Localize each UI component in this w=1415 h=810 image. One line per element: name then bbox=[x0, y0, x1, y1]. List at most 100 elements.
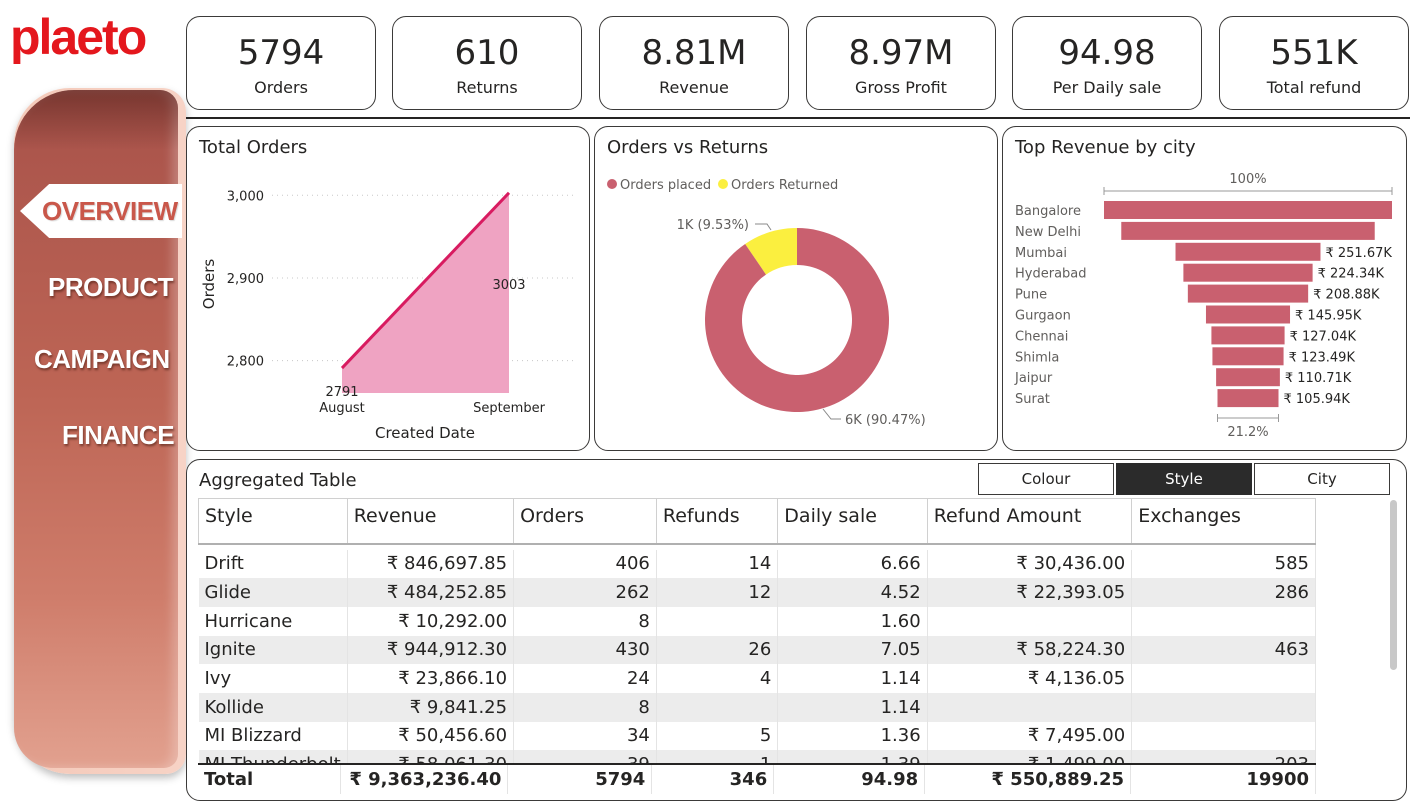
x-tick-label: September bbox=[473, 401, 546, 416]
legend-swatch bbox=[718, 179, 728, 189]
table-cell: 286 bbox=[1131, 578, 1316, 607]
table-row[interactable]: Kollide ₹ 9,841.25 8 1.14 bbox=[198, 692, 1316, 722]
funnel-bar bbox=[1212, 347, 1284, 366]
group-by-city-button[interactable]: City bbox=[1254, 463, 1390, 495]
kpi-gross-profit: 8.97M Gross Profit bbox=[806, 16, 996, 110]
bar-value-label: ₹ 110.71K bbox=[1285, 371, 1352, 386]
top-percent-label: 100% bbox=[1229, 172, 1266, 187]
logo-text: plaeto bbox=[10, 9, 146, 64]
x-tick-label: August bbox=[319, 401, 365, 416]
slice-orders-placed bbox=[705, 228, 889, 413]
group-by-style-button[interactable]: Style bbox=[1116, 463, 1252, 495]
column-header-refund-amount[interactable]: Refund Amount bbox=[926, 498, 1133, 545]
total-refund-amount: ₹ 550,889.25 bbox=[924, 763, 1132, 794]
table-cell: 12 bbox=[656, 578, 779, 607]
nav-item-product[interactable]: PRODUCT bbox=[48, 272, 174, 303]
table-cell: ₹ 58,224.30 bbox=[927, 635, 1133, 665]
table-cell: 7.05 bbox=[777, 635, 928, 665]
y-tick-label: 3,000 bbox=[227, 189, 264, 204]
table-cell: ₹ 7,495.00 bbox=[927, 721, 1133, 751]
kpi-total-refund: 551K Total refund bbox=[1219, 16, 1409, 110]
nav-item-overview[interactable]: OVERVIEW bbox=[42, 196, 178, 227]
total-orders-chart[interactable]: 3,000 2,900 2,800 2791 3003 August September Cr… bbox=[187, 127, 591, 452]
table-row[interactable]: MI Blizzard ₹ 50,456.60 34 5 1.36 ₹ 7,495.00 bbox=[198, 721, 1316, 751]
table-cell: ₹ 9,841.25 bbox=[347, 692, 515, 722]
table-cell: 8 bbox=[513, 692, 657, 722]
city-label: Gurgaon bbox=[1015, 309, 1071, 324]
column-header-daily-sale[interactable]: Daily sale bbox=[777, 498, 928, 545]
funnel-bar bbox=[1217, 389, 1279, 408]
plaeto-logo: plaeto bbox=[10, 9, 148, 64]
table-cell: 1.14 bbox=[777, 692, 928, 722]
table-total-row-bg: Total ₹ 9,363,236.40 5794 346 94.98 ₹ 55… bbox=[198, 763, 1316, 794]
table-cell: ₹ 10,292.00 bbox=[347, 606, 515, 636]
total-orders-card: Total Orders 3,000 2,900 2,800 2791 3003 Augu… bbox=[186, 126, 590, 451]
column-header-orders[interactable]: Orders bbox=[513, 498, 657, 545]
table-cell: Glide bbox=[198, 578, 348, 607]
orders-vs-returns-card: Orders vs Returns Orders placed Orders Re… bbox=[594, 126, 998, 451]
funnel-bar bbox=[1175, 242, 1321, 261]
table-cell: 1.36 bbox=[777, 721, 928, 751]
kpi-label: Per Daily sale bbox=[1052, 78, 1162, 97]
table-cell: 6.66 bbox=[777, 549, 928, 579]
city-label: New Delhi bbox=[1015, 225, 1081, 240]
aggregated-table[interactable]: Style Revenue Orders Refunds Daily sale … bbox=[198, 498, 1316, 792]
bar-value-label: ₹ 251.67K bbox=[1325, 246, 1392, 261]
legend-swatch bbox=[607, 179, 617, 189]
top-revenue-chart[interactable]: 100% Bangalore New Delhi Mumbai ₹ 251.67K Hyd… bbox=[1003, 127, 1408, 452]
orders-vs-returns-chart[interactable]: Orders placed Orders Returned 1K (9.53%) 6K… bbox=[595, 127, 999, 452]
table-cell: ₹ 484,252.85 bbox=[347, 578, 515, 607]
table-cell: ₹ 23,866.10 bbox=[347, 664, 515, 693]
table-cell: 406 bbox=[513, 549, 657, 579]
table-cell: 4 bbox=[656, 664, 779, 693]
kpi-label: Returns bbox=[456, 78, 518, 97]
city-label: Surat bbox=[1015, 392, 1050, 407]
table-row[interactable]: Ivy ₹ 23,866.10 24 4 1.14 ₹ 4,136.05 bbox=[198, 664, 1316, 693]
y-axis-label: Orders bbox=[200, 259, 218, 310]
table-cell bbox=[1131, 692, 1316, 722]
table-cell bbox=[656, 606, 779, 636]
funnel-bar bbox=[1211, 326, 1285, 345]
city-label: Chennai bbox=[1015, 329, 1068, 344]
table-scrollbar[interactable] bbox=[1390, 500, 1397, 670]
y-tick-label: 2,800 bbox=[227, 355, 264, 370]
table-cell: Drift bbox=[198, 549, 348, 579]
table-cell bbox=[1131, 664, 1316, 693]
column-header-revenue[interactable]: Revenue bbox=[346, 498, 515, 545]
table-row[interactable]: Glide ₹ 484,252.85 262 12 4.52 ₹ 22,393.05 286 bbox=[198, 578, 1316, 607]
table-row[interactable]: Hurricane ₹ 10,292.00 8 1.60 bbox=[198, 606, 1316, 636]
card-title: Aggregated Table bbox=[199, 470, 357, 491]
column-header-style[interactable]: Style bbox=[198, 498, 348, 545]
table-cell: 34 bbox=[513, 721, 657, 751]
kpi-returns: 610 Returns bbox=[392, 16, 582, 110]
legend-item-orders-returned: Orders Returned bbox=[731, 178, 838, 193]
table-cell: 1.14 bbox=[777, 664, 928, 693]
column-header-refunds[interactable]: Refunds bbox=[655, 498, 779, 545]
leader-line bbox=[755, 223, 772, 231]
table-cell: ₹ 944,912.30 bbox=[347, 635, 515, 665]
total-label: Total bbox=[198, 763, 342, 794]
funnel-bar bbox=[1104, 201, 1392, 219]
kpi-label: Orders bbox=[254, 78, 308, 97]
table-cell: Ivy bbox=[198, 664, 348, 693]
table-row[interactable]: Ignite ₹ 944,912.30 430 26 7.05 ₹ 58,224.30 46… bbox=[198, 635, 1316, 665]
nav-item-campaign[interactable]: CAMPAIGN bbox=[34, 344, 170, 375]
leader-line bbox=[822, 408, 841, 420]
table-header-row: Style Revenue Orders Refunds Daily sale … bbox=[198, 498, 1316, 545]
city-label: Pune bbox=[1015, 288, 1047, 303]
table-cell: 8 bbox=[513, 606, 657, 636]
data-label-returned: 1K (9.53%) bbox=[677, 218, 749, 233]
bar-value-label: ₹ 105.94K bbox=[1284, 392, 1351, 407]
table-cell: 463 bbox=[1131, 635, 1316, 665]
table-row[interactable]: Drift ₹ 846,697.85 406 14 6.66 ₹ 30,436.00 585 bbox=[198, 549, 1316, 579]
total-exchanges: 19900 bbox=[1130, 763, 1316, 794]
table-cell: Kollide bbox=[198, 692, 348, 722]
nav-item-finance[interactable]: FINANCE bbox=[62, 420, 175, 451]
group-by-colour-button[interactable]: Colour bbox=[978, 463, 1114, 495]
kpi-orders: 5794 Orders bbox=[186, 16, 376, 110]
table-cell bbox=[656, 692, 779, 722]
column-header-exchanges[interactable]: Exchanges bbox=[1131, 498, 1316, 545]
table-cell: 24 bbox=[513, 664, 657, 693]
city-label: Bangalore bbox=[1015, 204, 1081, 219]
table-cell: ₹ 30,436.00 bbox=[927, 549, 1133, 579]
